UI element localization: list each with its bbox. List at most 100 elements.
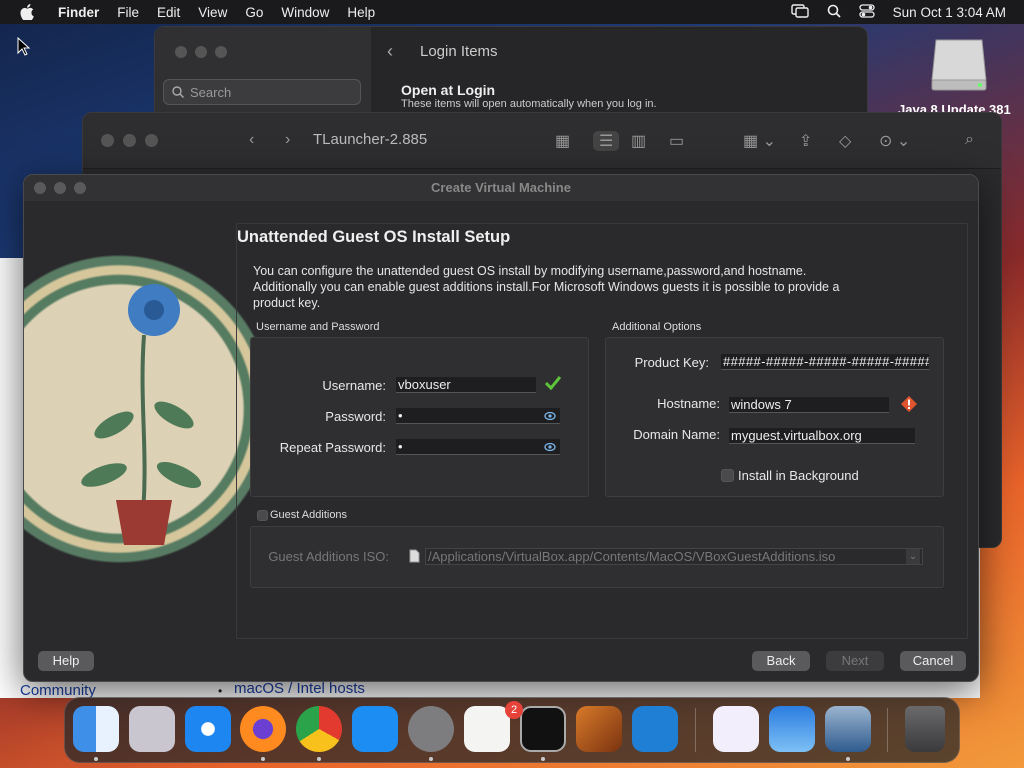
safari-icon[interactable] [185, 706, 231, 752]
minimize-button[interactable] [123, 134, 136, 147]
product-key-label: Product Key: [634, 355, 709, 370]
ga-iso-label: Guest Additions ISO: [268, 549, 389, 564]
vscode-icon[interactable] [632, 706, 678, 752]
minimize-button[interactable] [54, 182, 66, 194]
forward-chevron-icon[interactable]: › [285, 131, 290, 149]
search-placeholder: Search [190, 84, 232, 100]
more-icon[interactable]: ⊙ ⌄ [879, 131, 910, 151]
menu-help[interactable]: Help [347, 5, 375, 20]
show-password-icon[interactable] [544, 411, 556, 421]
app-store-icon[interactable] [352, 706, 398, 752]
options-group-title: Additional Options [612, 321, 702, 333]
tag-icon[interactable]: ◇ [839, 131, 851, 151]
apple-menu-icon[interactable] [20, 4, 36, 20]
settings-search-field[interactable]: Search [163, 79, 361, 105]
virtualbox-icon[interactable] [825, 706, 871, 752]
search-icon[interactable]: ⌕ [965, 131, 974, 149]
ga-iso-field: /Applications/VirtualBox.app/Contents/Ma… [425, 548, 923, 565]
trash-icon[interactable] [905, 706, 945, 752]
bullet: • [218, 684, 223, 698]
terminal-icon[interactable] [520, 706, 566, 752]
repeat-password-field[interactable]: • [396, 439, 560, 455]
menu-edit[interactable]: Edit [157, 5, 180, 20]
help-button[interactable]: Help [38, 651, 94, 671]
dock: 2 [64, 697, 960, 763]
finder-title: TLauncher-2.885 [313, 131, 428, 148]
textedit-icon[interactable] [464, 706, 510, 752]
search-icon [172, 86, 184, 98]
menu-go[interactable]: Go [245, 5, 263, 20]
chrome-icon[interactable] [296, 706, 342, 752]
page-description: You can configure the unattended guest O… [253, 264, 840, 310]
install-background-label[interactable]: Install in Background [738, 468, 859, 483]
dialog-titlebar: Create Virtual Machine [24, 175, 978, 201]
gallery-view-icon[interactable]: ▭ [669, 131, 684, 151]
firefox-icon[interactable] [240, 706, 286, 752]
group-icon[interactable]: ▦ ⌄ [743, 131, 776, 151]
zoom-button[interactable] [74, 182, 86, 194]
mouse-cursor-icon [17, 37, 31, 56]
menu-file[interactable]: File [117, 5, 139, 20]
guest-additions-label[interactable]: Guest Additions [270, 509, 347, 521]
menu-view[interactable]: View [198, 5, 227, 20]
flower-illustration [81, 284, 202, 545]
finder-icon[interactable] [73, 706, 119, 752]
close-button[interactable] [175, 46, 187, 58]
next-button[interactable]: Next [826, 651, 884, 671]
weather-icon[interactable] [769, 706, 815, 752]
hostname-label: Hostname: [657, 396, 720, 411]
password-field[interactable]: • [396, 408, 560, 424]
valid-check-icon [545, 376, 561, 390]
dock-separator [695, 708, 696, 752]
zoom-button[interactable] [215, 46, 227, 58]
menu-window[interactable]: Window [281, 5, 329, 20]
launchpad-icon[interactable] [129, 706, 175, 752]
garageband-icon[interactable] [576, 706, 622, 752]
install-background-checkbox[interactable] [721, 469, 734, 482]
cancel-button[interactable]: Cancel [900, 651, 966, 671]
minimize-button[interactable] [195, 46, 207, 58]
disk-drive-icon[interactable] [930, 36, 988, 92]
domain-name-field[interactable]: myguest.virtualbox.org [729, 428, 915, 444]
system-settings-icon[interactable] [408, 706, 454, 752]
back-button[interactable]: Back [752, 651, 810, 671]
dropdown-chevron-icon: ⌄ [906, 549, 920, 564]
username-field[interactable]: vboxuser [396, 377, 536, 393]
document-icon [409, 549, 420, 563]
running-indicator [94, 757, 98, 761]
visual-studio-icon[interactable] [713, 706, 759, 752]
section-heading: Open at Login [401, 82, 496, 98]
running-indicator [429, 757, 433, 761]
menu-app-finder[interactable]: Finder [58, 5, 99, 20]
domain-name-label: Domain Name: [633, 427, 720, 442]
column-view-icon[interactable]: ▥ [631, 131, 646, 151]
page-heading: Unattended Guest OS Install Setup [237, 228, 511, 246]
hostname-field[interactable]: windows 7 [729, 397, 889, 413]
running-indicator [846, 757, 850, 761]
back-chevron-icon[interactable]: ‹ [249, 131, 254, 149]
dialog-title: Create Virtual Machine [431, 180, 571, 195]
share-icon[interactable]: ⇪ [799, 131, 812, 151]
window-title: Login Items [420, 43, 498, 60]
spotlight-search-icon[interactable] [827, 4, 841, 21]
guest-additions-checkbox[interactable] [257, 510, 268, 521]
user-group-title: Username and Password [256, 321, 380, 333]
show-repeat-password-icon[interactable] [544, 442, 556, 452]
product-key-field[interactable]: #####-#####-#####-#####-##### [721, 354, 929, 370]
section-subtitle: These items will open automatically when… [401, 98, 657, 110]
repeat-password-label: Repeat Password: [279, 440, 386, 455]
zoom-button[interactable] [145, 134, 158, 147]
close-button[interactable] [34, 182, 46, 194]
icon-view-icon[interactable]: ▦ [555, 131, 570, 151]
dock-separator [887, 708, 888, 752]
close-button[interactable] [101, 134, 114, 147]
screen-mirroring-icon[interactable] [790, 3, 809, 21]
list-view-icon[interactable]: ☰ [593, 131, 620, 151]
password-label: Password: [325, 409, 386, 424]
menu-clock[interactable]: Sun Oct 1 3:04 AM [893, 5, 1006, 20]
back-chevron-icon[interactable]: ‹ [387, 41, 393, 62]
control-center-icon[interactable] [859, 3, 875, 21]
running-indicator [317, 757, 321, 761]
macos-hosts-link[interactable]: macOS / Intel hosts [234, 680, 365, 697]
running-indicator [541, 757, 545, 761]
